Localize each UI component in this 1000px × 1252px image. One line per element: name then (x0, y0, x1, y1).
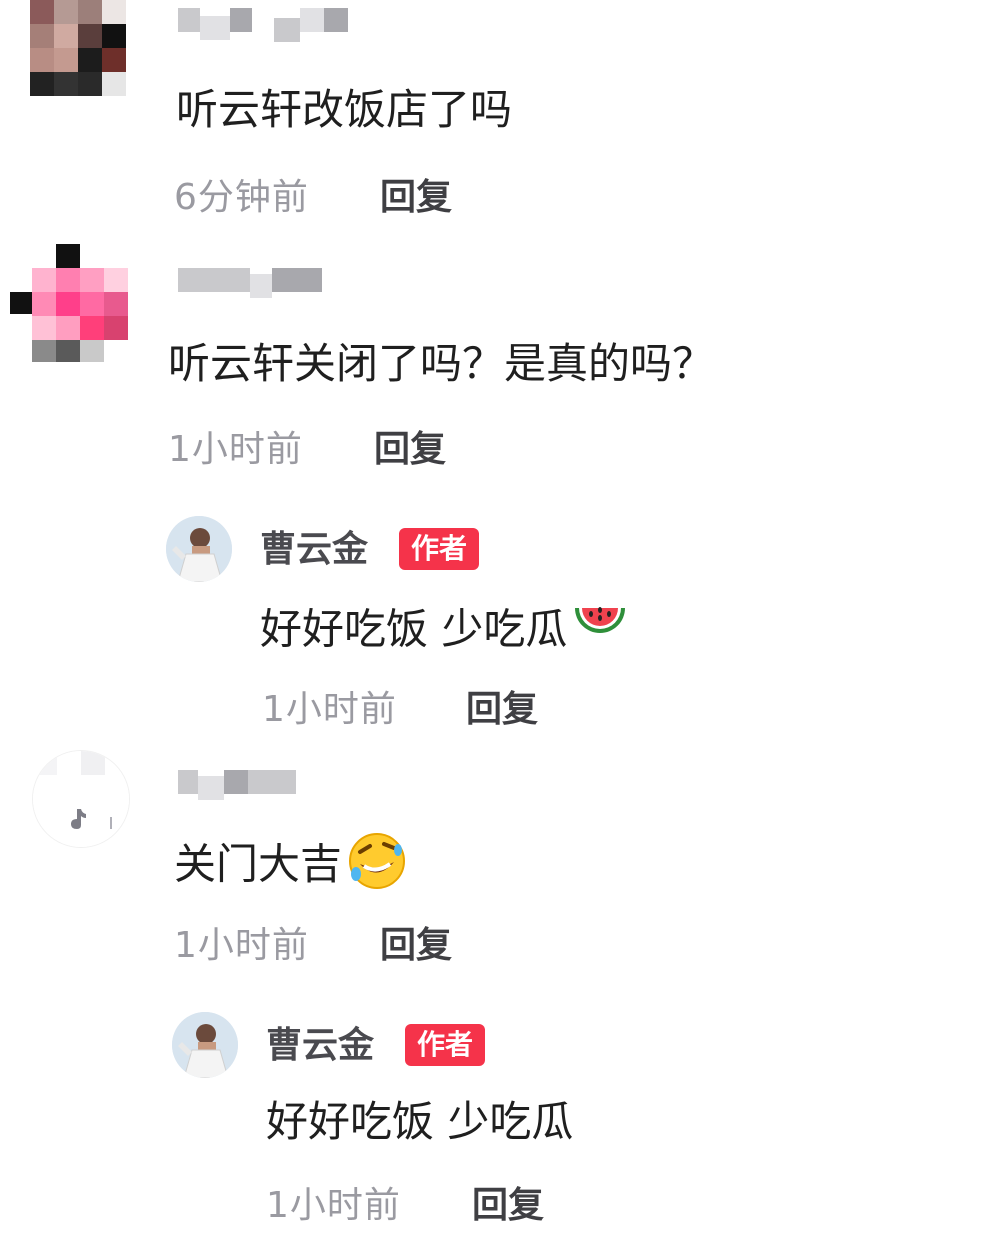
author-badge: 作者 (405, 1024, 486, 1066)
author-avatar[interactable] (166, 516, 232, 582)
author-avatar-icon (166, 516, 232, 582)
reply-time: 1小时前 (266, 1185, 401, 1226)
reply-button[interactable]: 回复 (380, 176, 452, 220)
comment-text-content: 关门大吉 (174, 839, 343, 889)
reply-text: 好好吃饭 少吃瓜 (266, 1097, 574, 1146)
avatar[interactable] (30, 0, 126, 96)
avatar[interactable] (32, 750, 130, 848)
username-blurred (178, 268, 323, 298)
author-name[interactable]: 曹云金 (266, 1024, 374, 1068)
comment-time: 1小时前 (168, 429, 303, 470)
reply-time: 1小时前 (262, 689, 397, 730)
avatar[interactable] (10, 244, 130, 364)
tiktok-logo-avatar-icon (33, 751, 129, 847)
reply-button[interactable]: 回复 (472, 1184, 544, 1228)
author-avatar[interactable] (172, 1012, 238, 1078)
pixelated-avatar-icon (10, 244, 130, 364)
reply-text: 好好吃饭 少吃瓜 (260, 600, 629, 664)
comment-text: 听云轩关闭了吗？是真的吗？ (168, 339, 715, 388)
username-blurred (178, 770, 298, 800)
watermelon-emoji-icon (571, 600, 629, 664)
username-blurred (178, 8, 348, 42)
reply-button[interactable]: 回复 (466, 688, 538, 732)
author-name[interactable]: 曹云金 (260, 528, 368, 572)
reply-text-content: 好好吃饭 少吃瓜 (260, 604, 568, 654)
reply-button[interactable]: 回复 (380, 924, 452, 968)
author-avatar-icon (172, 1012, 238, 1078)
comment-time: 6分钟前 (174, 177, 309, 218)
reply-button[interactable]: 回复 (374, 428, 446, 472)
pixelated-avatar-icon (30, 0, 126, 96)
comment-text: 听云轩改饭店了吗 (176, 85, 513, 134)
comment-text: 关门大吉 (174, 830, 408, 904)
comment-time: 1小时前 (174, 925, 309, 966)
rolling-on-floor-laughing-emoji-icon (346, 830, 408, 904)
author-badge: 作者 (399, 528, 480, 570)
